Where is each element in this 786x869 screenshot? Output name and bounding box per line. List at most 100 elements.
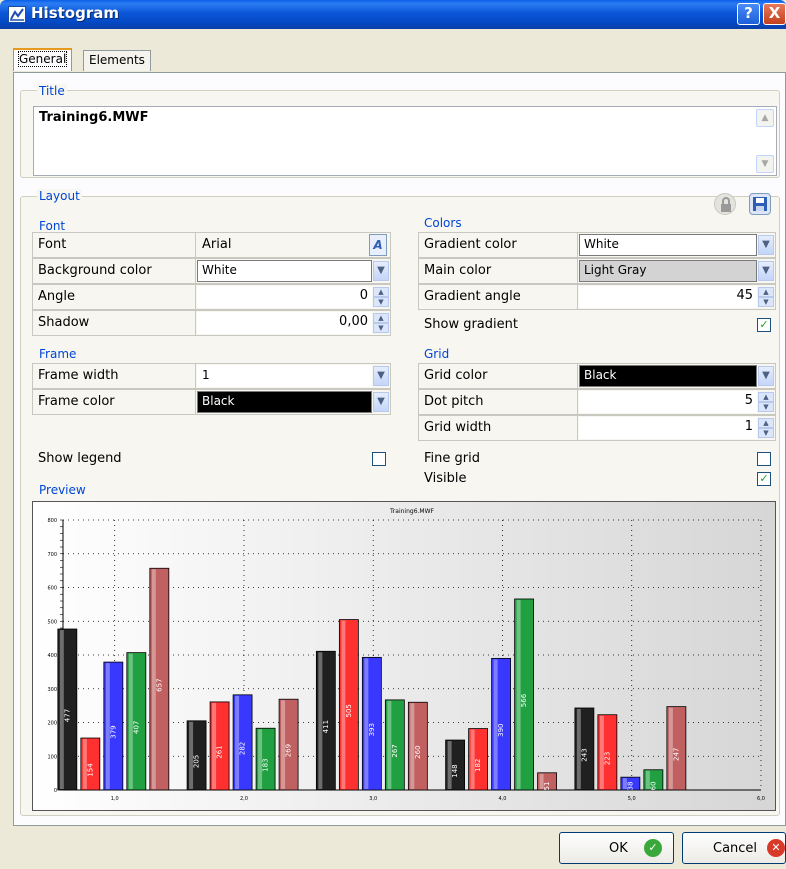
data-label: 38 [626, 782, 634, 791]
data-label: 60 [649, 781, 657, 790]
dot-pitch-stepper[interactable]: 5 ▲ ▼ [577, 389, 776, 415]
chevron-down-icon[interactable]: ▼ [373, 366, 389, 386]
y-tick-label: 300 [47, 687, 57, 693]
title-bar: Histogram ? X [0, 0, 786, 29]
data-label: 261 [216, 745, 224, 758]
x-tick-label: 4,0 [499, 796, 507, 802]
title-group-label: Title [37, 84, 67, 98]
data-label: 379 [109, 725, 117, 738]
x-tick-label: 1,0 [111, 796, 119, 802]
spin-buttons[interactable]: ▲ ▼ [373, 313, 389, 333]
data-label: 182 [474, 759, 482, 772]
data-label: 657 [155, 678, 163, 691]
gradient-angle-stepper[interactable]: 45 ▲ ▼ [577, 284, 776, 310]
spin-buttons[interactable]: ▲ ▼ [758, 287, 774, 307]
frame-color-select[interactable]: Black ▼ [195, 389, 391, 415]
data-label: 269 [285, 744, 293, 757]
save-icon[interactable] [749, 193, 771, 215]
spin-down-icon[interactable]: ▼ [758, 297, 774, 307]
histogram-preview: Training6.MWF 0 100 200 300 400 500 600 700 800 1,… [32, 501, 776, 811]
fine-grid-checkbox[interactable] [757, 452, 771, 466]
checkmark-icon: ✓ [644, 839, 662, 857]
frame-width-select[interactable]: 1 ▼ [195, 363, 391, 389]
font-picker-icon[interactable]: A [369, 234, 387, 256]
grid-color-label: Grid color [418, 363, 578, 389]
spin-down-icon[interactable]: ▼ [758, 428, 774, 438]
show-gradient-label: Show gradient [424, 317, 518, 332]
lock-icon[interactable] [714, 193, 736, 215]
spin-buttons[interactable]: ▲ ▼ [758, 418, 774, 438]
spin-buttons[interactable]: ▲ ▼ [758, 392, 774, 412]
scroll-up-icon[interactable]: ▲ [756, 109, 774, 127]
show-legend-checkbox[interactable] [372, 452, 386, 466]
window-title: Histogram [31, 4, 119, 22]
spin-down-icon[interactable]: ▼ [373, 297, 389, 307]
colors-section-label: Colors [424, 216, 462, 230]
font-value-cell[interactable]: Arial A [195, 232, 391, 258]
close-button[interactable]: X [763, 3, 786, 25]
tab-elements[interactable]: Elements [83, 50, 151, 71]
grid-color-select[interactable]: Black ▼ [577, 363, 776, 389]
main-color-select[interactable]: Light Gray ▼ [577, 258, 776, 284]
grid-width-stepper[interactable]: 1 ▲ ▼ [577, 415, 776, 441]
title-input[interactable]: Training6.MWF ▲ ▼ [33, 106, 777, 176]
main-color-value: Light Gray [579, 260, 757, 282]
data-label: 393 [368, 723, 376, 736]
y-tick-label: 500 [47, 619, 57, 625]
data-label: 477 [63, 709, 71, 722]
angle-stepper[interactable]: 0 ▲ ▼ [195, 284, 391, 310]
title-scrollbar[interactable]: ▲ ▼ [756, 109, 774, 173]
data-label: 205 [193, 755, 201, 768]
x-tick-label: 6,0 [757, 796, 765, 802]
spin-down-icon[interactable]: ▼ [373, 323, 389, 333]
dot-pitch-label: Dot pitch [418, 389, 578, 415]
ok-button[interactable]: OK ✓ [559, 832, 674, 864]
chart-title: Training6.MWF [389, 508, 435, 515]
gradient-angle-label: Gradient angle [418, 284, 578, 310]
shadow-value: 0,00 [197, 312, 372, 334]
background-color-select[interactable]: White ▼ [195, 258, 391, 284]
tab-general[interactable]: General [13, 48, 73, 71]
y-tick-label: 700 [47, 552, 57, 558]
main-color-label: Main color [418, 258, 578, 284]
chevron-down-icon[interactable]: ▼ [758, 235, 774, 255]
chevron-down-icon[interactable]: ▼ [758, 366, 774, 386]
help-button[interactable]: ? [737, 3, 760, 25]
spin-buttons[interactable]: ▲ ▼ [373, 287, 389, 307]
angle-label: Angle [32, 284, 196, 310]
y-tick-label: 800 [47, 518, 57, 524]
shadow-label: Shadow [32, 310, 196, 336]
spin-up-icon[interactable]: ▲ [758, 418, 774, 428]
data-label: 282 [239, 742, 247, 755]
frame-width-value: 1 [197, 365, 372, 387]
gradient-color-label: Gradient color [418, 232, 578, 258]
scroll-down-icon[interactable]: ▼ [756, 155, 774, 173]
histogram-app-icon [8, 6, 26, 23]
layout-group-label: Layout [37, 189, 82, 203]
cancel-button[interactable]: Cancel ✕ [682, 832, 786, 864]
show-gradient-checkbox[interactable]: ✓ [757, 318, 771, 332]
shadow-stepper[interactable]: 0,00 ▲ ▼ [195, 310, 391, 336]
chevron-down-icon[interactable]: ▼ [758, 261, 774, 281]
frame-width-label: Frame width [32, 363, 196, 389]
gradient-color-select[interactable]: White ▼ [577, 232, 776, 258]
data-label: 390 [497, 724, 505, 737]
data-label: 566 [520, 693, 528, 707]
spin-up-icon[interactable]: ▲ [758, 392, 774, 402]
spin-up-icon[interactable]: ▲ [373, 287, 389, 297]
chevron-down-icon[interactable]: ▼ [373, 261, 389, 281]
ok-label: OK [609, 841, 628, 856]
gradient-angle-value: 45 [579, 286, 757, 308]
spin-up-icon[interactable]: ▲ [373, 313, 389, 323]
grid-section-label: Grid [424, 347, 450, 361]
y-tick-label: 600 [47, 586, 57, 592]
visible-checkbox[interactable]: ✓ [757, 472, 771, 486]
frame-section-label: Frame [39, 347, 77, 361]
frame-color-label: Frame color [32, 389, 196, 415]
chevron-down-icon[interactable]: ▼ [373, 392, 389, 412]
data-label: 505 [345, 704, 353, 717]
spin-down-icon[interactable]: ▼ [758, 402, 774, 412]
spin-up-icon[interactable]: ▲ [758, 287, 774, 297]
x-tick-label: 5,0 [628, 796, 636, 802]
data-label: 154 [86, 763, 94, 777]
